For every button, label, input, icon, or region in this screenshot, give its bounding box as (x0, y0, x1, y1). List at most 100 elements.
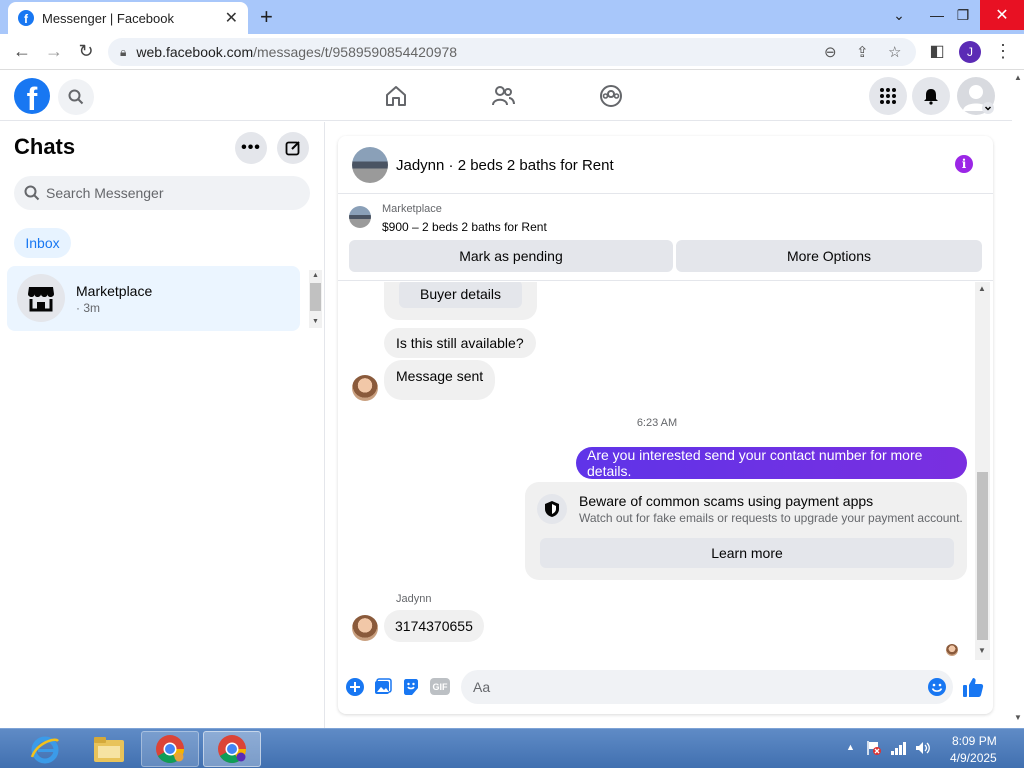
more-dots-icon: ••• (241, 139, 261, 156)
page-scroll-up-arrow-icon[interactable]: ▲ (1014, 73, 1022, 82)
url-path: /messages/t/9589590854420978 (253, 44, 458, 60)
back-arrow-icon[interactable]: ← (11, 41, 33, 62)
scroll-down-arrow-icon[interactable]: ▼ (978, 646, 986, 655)
gif-button[interactable]: GIF (430, 678, 450, 695)
message-still-available: Is this still available? (384, 328, 536, 358)
more-options-button[interactable]: More Options (676, 240, 982, 272)
chats-sidebar: Chats ••• Inbox Marketplace · 3m ▲ ▼ (0, 122, 325, 728)
chat-list-item[interactable]: Marketplace · 3m (7, 266, 300, 331)
scam-warning-description: Watch out for fake emails or requests to… (579, 511, 963, 525)
file-explorer-icon[interactable] (80, 731, 138, 767)
message-sent-notice: Message sent (384, 360, 496, 400)
sidebar-scroll-thumb[interactable] (310, 283, 321, 311)
sender-name: Jadynn (396, 593, 432, 605)
sidebar-scrollbar[interactable]: ▲ ▼ (309, 270, 322, 328)
listing-description[interactable]: $900 – 2 beds 2 baths for Rent (382, 220, 547, 234)
buyer-card: Buyer details (384, 282, 537, 320)
account-avatar[interactable] (957, 77, 995, 115)
learn-more-button[interactable]: Learn more (540, 538, 954, 568)
address-bar[interactable]: 🔒︎ web.facebook.com/messages/t/958959085… (108, 38, 916, 66)
taskbar-clock-date[interactable]: 4/9/2025 (950, 751, 997, 765)
tab-search-chevron-down-icon[interactable]: ⌄ (888, 0, 910, 30)
scam-warning-card: Beware of common scams using payment app… (525, 482, 967, 580)
taskbar-clock-time[interactable]: 8:09 PM (952, 734, 997, 748)
listing-thumbnail[interactable] (349, 206, 371, 228)
marketplace-avatar (17, 274, 65, 322)
thumbs-up-icon[interactable] (962, 676, 984, 698)
bell-icon (924, 89, 938, 105)
action-center-flag-icon[interactable] (866, 740, 881, 756)
plus-circle-icon[interactable] (346, 678, 364, 696)
zoom-icon[interactable]: ⊖ (824, 43, 837, 61)
lock-icon[interactable]: 🔒︎ (120, 45, 126, 60)
search-button[interactable] (58, 79, 94, 115)
jadynn-avatar[interactable] (352, 375, 378, 401)
page-scroll-down-arrow-icon[interactable]: ▼ (1014, 713, 1022, 722)
mark-as-pending-button[interactable]: Mark as pending (349, 240, 673, 272)
message-scroll-thumb[interactable] (977, 472, 988, 640)
chrome-icon (156, 735, 184, 763)
scroll-down-arrow-icon[interactable]: ▼ (312, 318, 319, 325)
search-messenger-input[interactable] (46, 185, 286, 201)
buyer-details-button[interactable]: Buyer details (399, 282, 522, 308)
search-icon (24, 185, 40, 201)
emoji-icon[interactable] (928, 678, 946, 696)
read-receipt-avatar (946, 644, 958, 656)
messenger-search-box[interactable] (14, 176, 310, 210)
conversation-title[interactable]: Jadynn · 2 beds 2 baths for Rent (396, 157, 614, 174)
info-icon[interactable]: i (955, 155, 973, 173)
minimize-window-icon[interactable]: — (926, 0, 948, 30)
windows-taskbar: ▲ 8:09 PM 4/9/2025 (0, 728, 1024, 768)
message-composer: GIF (338, 666, 993, 714)
message-scrollbar[interactable]: ▲ ▼ (975, 282, 990, 660)
internet-explorer-icon[interactable] (16, 731, 74, 767)
outgoing-message: Are you interested send your contact num… (576, 447, 967, 479)
side-panel-icon[interactable]: ◧ (926, 41, 948, 61)
notifications-button[interactable] (912, 77, 950, 115)
menu-button[interactable] (869, 77, 907, 115)
facebook-favicon-icon: f (18, 10, 34, 26)
new-tab-icon[interactable]: + (260, 4, 273, 30)
conversation-panel: Jadynn · 2 beds 2 baths for Rent i Marke… (338, 136, 993, 714)
page-scrollbar[interactable]: ▲ ▼ (1012, 71, 1024, 728)
friends-icon[interactable] (490, 83, 516, 109)
scroll-up-arrow-icon[interactable]: ▲ (978, 284, 986, 293)
home-icon[interactable] (383, 83, 409, 109)
browser-toolbar: ← → ↻ 🔒︎ web.facebook.com/messages/t/958… (0, 34, 1024, 70)
chat-name: Marketplace (76, 283, 153, 299)
message-timestamp: 6:23 AM (636, 417, 678, 429)
browser-tab-bar: f Messenger | Facebook ✕ + ⌄ — ❐ ✕ (0, 0, 1024, 34)
url-domain: web.facebook.com (136, 44, 254, 60)
photo-icon[interactable] (374, 678, 392, 696)
network-signal-icon[interactable] (890, 740, 908, 761)
chat-options-button[interactable]: ••• (235, 132, 267, 164)
bookmark-star-icon[interactable]: ☆ (888, 43, 901, 61)
browser-menu-icon[interactable]: ⋮ (992, 41, 1014, 62)
restore-window-icon[interactable]: ❐ (952, 0, 974, 30)
reload-icon[interactable]: ↻ (75, 41, 97, 62)
share-icon[interactable]: ⇪ (856, 43, 869, 61)
chrome-taskbar-button[interactable] (141, 731, 199, 767)
sticker-icon[interactable] (402, 678, 420, 696)
new-message-button[interactable] (277, 132, 309, 164)
listing-house-avatar[interactable] (352, 147, 388, 183)
chrome-active-taskbar-button[interactable] (203, 731, 261, 767)
volume-icon[interactable] (914, 739, 932, 762)
tab-inbox[interactable]: Inbox (14, 228, 71, 258)
listing-banner: Marketplace $900 – 2 beds 2 baths for Re… (338, 195, 993, 281)
message-input[interactable] (461, 670, 953, 704)
scroll-up-arrow-icon[interactable]: ▲ (312, 272, 319, 279)
jadynn-avatar[interactable] (352, 615, 378, 641)
groups-icon[interactable] (598, 83, 624, 109)
close-tab-icon[interactable]: ✕ (225, 8, 238, 28)
chrome-icon (218, 735, 246, 763)
url-text: web.facebook.com/messages/t/958959085442… (136, 44, 457, 60)
search-icon (68, 89, 84, 105)
browser-profile-avatar[interactable]: J (959, 41, 981, 63)
browser-tab[interactable]: f Messenger | Facebook ✕ (8, 2, 248, 34)
forward-arrow-icon[interactable]: → (43, 41, 65, 62)
facebook-logo-icon[interactable]: f (14, 78, 50, 114)
shield-icon (545, 501, 559, 517)
show-hidden-icons-icon[interactable]: ▲ (846, 742, 855, 752)
close-window-icon[interactable]: ✕ (980, 0, 1024, 30)
